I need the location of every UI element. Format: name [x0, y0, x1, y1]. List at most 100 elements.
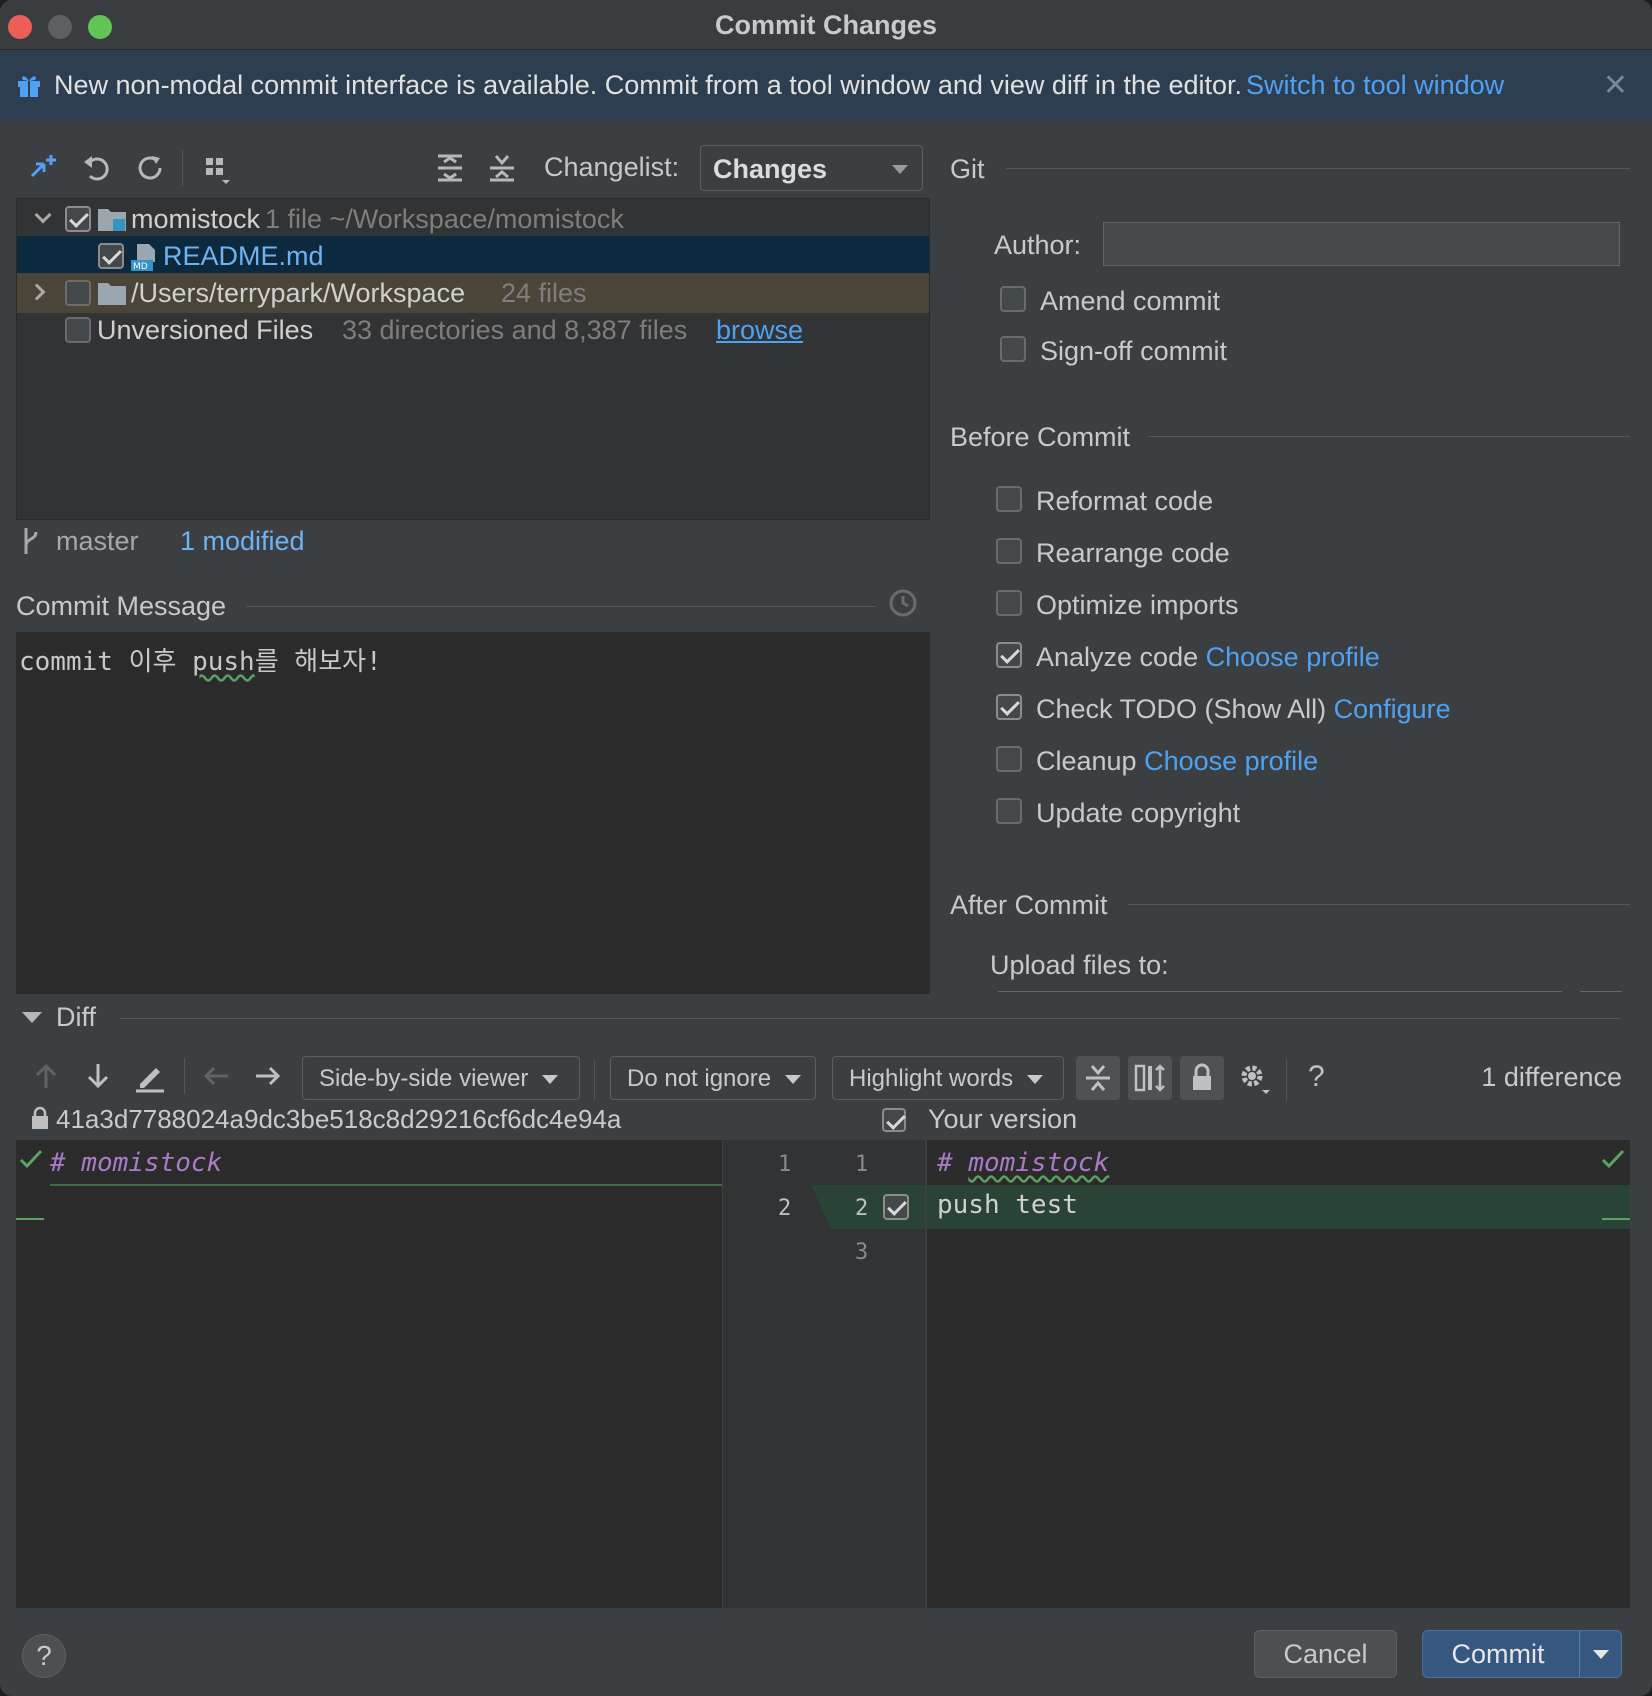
changelist-dropdown[interactable]: Changes: [700, 145, 923, 191]
tree-row-readme[interactable]: MD README.md: [17, 236, 929, 276]
tree-row-unversioned[interactable]: Unversioned Files 33 directories and 8,3…: [17, 310, 929, 350]
chevron-right-icon[interactable]: [28, 283, 46, 301]
commit-message-typo-word: push: [192, 647, 255, 677]
next-difference-icon[interactable]: [80, 1058, 116, 1094]
ignore-policy-dropdown[interactable]: Do not ignore: [610, 1056, 816, 1100]
update-copyright-checkbox[interactable]: [996, 798, 1022, 824]
browse-link[interactable]: browse: [716, 315, 803, 346]
chevron-down-icon[interactable]: [34, 206, 52, 224]
checkmark-icon: [1601, 1149, 1625, 1169]
highlight-mode-value: Highlight words: [849, 1065, 1014, 1092]
workspace-checkbox[interactable]: [65, 280, 91, 306]
changelist-label: Changelist:: [544, 152, 680, 182]
readme-checkbox[interactable]: [98, 243, 124, 269]
cancel-button[interactable]: Cancel: [1254, 1630, 1397, 1678]
analyze-code-checkbox[interactable]: [996, 642, 1022, 668]
settings-gear-icon[interactable]: [1236, 1060, 1272, 1096]
group-by-icon[interactable]: [200, 150, 236, 186]
commit-button[interactable]: Commit: [1422, 1630, 1622, 1678]
sync-scroll-button[interactable]: [1128, 1056, 1172, 1100]
after-commit-title: After Commit: [950, 890, 1108, 920]
module-folder-icon: [98, 209, 126, 231]
right-version-label: Your version: [928, 1104, 1078, 1134]
analyze-code-label: Analyze code Choose profile: [1036, 642, 1380, 673]
signoff-commit-label: Sign-off commit: [1040, 336, 1228, 366]
title-bar: Commit Changes: [0, 0, 1652, 50]
lock-icon: [1193, 1063, 1211, 1090]
lock-editing-button[interactable]: [1180, 1056, 1224, 1100]
expand-all-icon[interactable]: [432, 150, 468, 186]
momistock-meta: 1 file ~/Workspace/momistock: [265, 204, 624, 234]
right-line-2: push test: [937, 1190, 1078, 1220]
include-all-checkbox[interactable]: [882, 1108, 906, 1132]
right-line-number: 3: [855, 1240, 869, 1265]
check-todo-checkbox[interactable]: [996, 694, 1022, 720]
show-diff-icon[interactable]: [26, 150, 62, 186]
refresh-icon[interactable]: [132, 150, 168, 186]
unversioned-checkbox[interactable]: [65, 317, 91, 343]
author-input[interactable]: [1103, 222, 1620, 266]
help-button[interactable]: ?: [22, 1634, 66, 1678]
difference-count: 1 difference: [1481, 1062, 1622, 1092]
close-banner-icon[interactable]: ✕: [1603, 68, 1628, 103]
signoff-commit-checkbox[interactable]: [1000, 336, 1026, 362]
tree-row-momistock[interactable]: momistock 1 file ~/Workspace/momistock: [17, 199, 929, 239]
collapse-all-icon[interactable]: [484, 150, 520, 186]
divider: [120, 1018, 1620, 1019]
left-line-number: 2: [778, 1196, 792, 1221]
ignore-policy-value: Do not ignore: [627, 1065, 772, 1092]
viewer-mode-dropdown[interactable]: Side-by-side viewer: [302, 1056, 580, 1100]
right-line-1-hash: #: [937, 1148, 969, 1178]
diff-help-icon[interactable]: ?: [1308, 1060, 1325, 1094]
toolbar-separator: [594, 1060, 595, 1100]
diff-collapse-icon[interactable]: [22, 1012, 42, 1023]
chevron-down-icon: [892, 165, 908, 174]
notification-banner: New non-modal commit interface is availa…: [0, 50, 1652, 120]
momistock-label: momistock: [131, 204, 261, 234]
checkmark-icon: [19, 1149, 43, 1169]
configure-todo-link[interactable]: Configure: [1334, 694, 1451, 724]
highlight-mode-dropdown[interactable]: Highlight words: [832, 1056, 1064, 1100]
previous-difference-icon[interactable]: [28, 1058, 64, 1094]
analyze-choose-profile-link[interactable]: Choose profile: [1206, 642, 1380, 672]
include-change-checkbox[interactable]: [883, 1194, 909, 1220]
collapse-unchanged-button[interactable]: [1076, 1056, 1120, 1100]
collapse-unchanged-icon: [1086, 1065, 1110, 1091]
toolbar-separator: [184, 1058, 185, 1094]
switch-to-tool-window-link[interactable]: Switch to tool window: [1246, 70, 1504, 101]
cleanup-choose-profile-link[interactable]: Choose profile: [1144, 746, 1318, 776]
chevron-down-icon: [1027, 1075, 1044, 1085]
branch-icon: [24, 528, 38, 554]
edit-source-icon[interactable]: [132, 1058, 168, 1094]
momistock-checkbox[interactable]: [65, 206, 91, 232]
cleanup-checkbox[interactable]: [996, 746, 1022, 772]
svg-text:MD: MD: [133, 262, 148, 272]
rearrange-code-checkbox[interactable]: [996, 538, 1022, 564]
left-revision-hash: 41a3d7788024a9dc3be518c8d29216cf6dc4e94a: [56, 1104, 622, 1134]
previous-file-icon[interactable]: [198, 1058, 234, 1094]
commit-message-text[interactable]: commit 이후 push를 해보자!: [19, 641, 382, 678]
readme-label: README.md: [163, 241, 324, 271]
diff-right-pane[interactable]: # momistock push test: [927, 1140, 1630, 1608]
viewer-mode-value: Side-by-side viewer: [319, 1065, 529, 1092]
upload-target-field[interactable]: [998, 991, 1562, 992]
optimize-imports-checkbox[interactable]: [996, 590, 1022, 616]
commit-message-editor[interactable]: commit 이후 push를 해보자!: [16, 632, 930, 994]
upload-target-button[interactable]: [1580, 991, 1622, 992]
amend-commit-label: Amend commit: [1040, 286, 1221, 316]
rollback-icon[interactable]: [80, 150, 116, 186]
amend-commit-checkbox[interactable]: [1000, 286, 1026, 312]
modified-status-link[interactable]: 1 modified: [180, 526, 305, 557]
workspace-label: /Users/terrypark/Workspace: [131, 278, 466, 308]
commit-message-part: 를 해보자!: [254, 647, 382, 677]
right-line-1: # momistock: [937, 1148, 1109, 1178]
commit-message-part: commit 이후: [19, 647, 193, 677]
reformat-code-label: Reformat code: [1036, 486, 1214, 516]
next-file-icon[interactable]: [250, 1058, 286, 1094]
tree-row-workspace-folder[interactable]: /Users/terrypark/Workspace 24 files: [17, 273, 929, 313]
right-line-number: 2: [855, 1196, 869, 1221]
history-clock-icon[interactable]: [888, 588, 918, 618]
diff-left-pane[interactable]: # momistock: [16, 1140, 722, 1608]
reformat-code-checkbox[interactable]: [996, 486, 1022, 512]
chevron-down-icon[interactable]: [1593, 1650, 1609, 1659]
